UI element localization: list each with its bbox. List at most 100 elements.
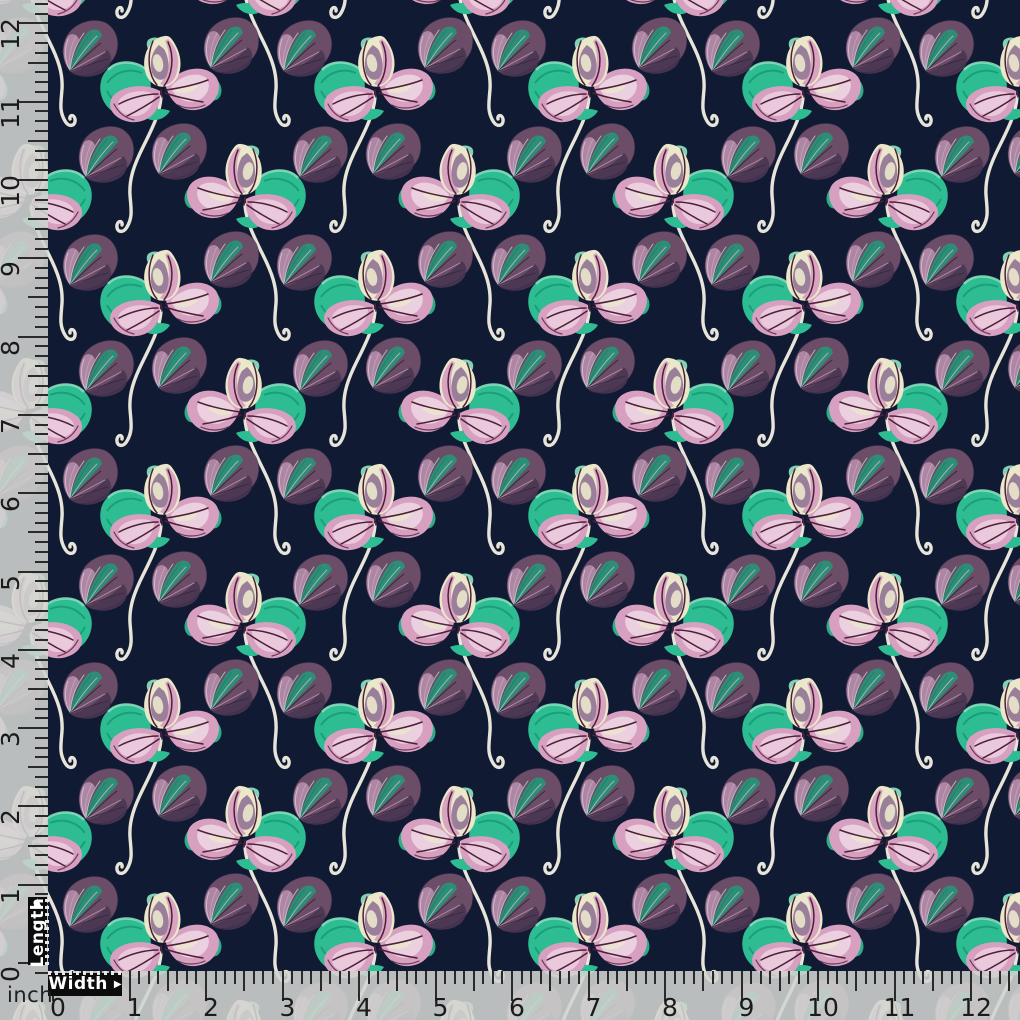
- tick-mark-left: [35, 326, 48, 328]
- tick-mark-bottom: [750, 971, 752, 984]
- tick-mark-left: [28, 766, 48, 768]
- tick-mark-left: [35, 502, 48, 504]
- tick-mark-bottom: [635, 971, 637, 984]
- tick-mark-left: [35, 316, 48, 318]
- tick-mark-left: [35, 522, 48, 524]
- tick-mark-left: [28, 531, 48, 533]
- tick-mark-bottom: [884, 971, 886, 984]
- tick-mark-bottom: [865, 971, 867, 984]
- tick-mark-bottom: [559, 971, 561, 984]
- tick-mark-left: [35, 668, 48, 670]
- inch-number-bottom: 10: [807, 995, 839, 1020]
- tick-mark-bottom: [855, 971, 857, 991]
- inch-number-left: 4: [0, 643, 23, 679]
- floral-repeat: [0, 0, 1020, 1020]
- tick-mark-bottom: [473, 971, 475, 991]
- tick-mark-left: [28, 375, 48, 377]
- tick-mark-left: [35, 248, 48, 250]
- tick-mark-bottom: [1008, 971, 1010, 991]
- tick-mark-bottom: [951, 971, 953, 984]
- inch-number-left: 5: [0, 565, 23, 601]
- inch-number-left: 12: [0, 16, 23, 52]
- tick-mark-left: [35, 737, 48, 739]
- tick-mark-left: [35, 385, 48, 387]
- tick-mark-left: [35, 561, 48, 563]
- tick-mark-bottom: [827, 971, 829, 984]
- inch-number-bottom: 4: [356, 995, 372, 1020]
- tick-mark-left: [28, 296, 48, 298]
- inch-number-left: 11: [0, 95, 23, 131]
- tick-mark-left: [35, 130, 48, 132]
- tick-mark-bottom: [463, 971, 465, 984]
- tick-mark-left: [35, 443, 48, 445]
- inch-number-bottom: 7: [586, 995, 602, 1020]
- tick-mark-left: [35, 267, 48, 269]
- tick-mark-left: [35, 639, 48, 641]
- tick-mark-left: [35, 424, 48, 426]
- tick-mark-left: [35, 678, 48, 680]
- tick-mark-bottom: [731, 971, 733, 984]
- tick-mark-bottom: [836, 971, 838, 984]
- tick-mark-bottom: [941, 971, 943, 984]
- tick-mark-left: [35, 189, 48, 191]
- tick-mark-bottom: [339, 971, 341, 984]
- tick-mark-left: [35, 433, 48, 435]
- tick-mark-bottom: [501, 971, 503, 984]
- tick-mark-bottom: [913, 971, 915, 984]
- tick-mark-left: [35, 854, 48, 856]
- tick-mark-left: [35, 306, 48, 308]
- inch-number-left: 8: [0, 330, 23, 366]
- tick-mark-left: [35, 52, 48, 54]
- width-ruler: 0123456789101112: [48, 971, 1020, 1020]
- tick-mark-left: [35, 110, 48, 112]
- tick-mark-bottom: [760, 971, 762, 984]
- inch-number-left: 3: [0, 721, 23, 757]
- tick-mark-left: [35, 512, 48, 514]
- tick-mark-left: [35, 717, 48, 719]
- tick-mark-left: [35, 169, 48, 171]
- tick-mark-left: [35, 277, 48, 279]
- tick-mark-left: [35, 473, 48, 475]
- tick-mark-left: [35, 355, 48, 357]
- tick-mark-bottom: [922, 971, 924, 984]
- tick-mark-left: [35, 796, 48, 798]
- tick-mark-bottom: [224, 971, 226, 984]
- tick-mark-left: [35, 394, 48, 396]
- tick-mark-left: [35, 972, 48, 974]
- tick-mark-left: [35, 590, 48, 592]
- tick-mark-bottom: [320, 971, 322, 991]
- tick-mark-bottom: [721, 971, 723, 984]
- inch-number-left: 7: [0, 408, 23, 444]
- length-ruler: 0123456789101112: [0, 0, 48, 1020]
- inch-number-bottom: 11: [884, 995, 916, 1020]
- tick-mark-left: [35, 874, 48, 876]
- tick-mark-bottom: [148, 971, 150, 984]
- tick-mark-left: [35, 825, 48, 827]
- tick-mark-left: [35, 600, 48, 602]
- tick-mark-left: [28, 62, 48, 64]
- tick-mark-left: [35, 756, 48, 758]
- length-perforation-dashes: [45, 897, 49, 965]
- tick-mark-left: [35, 776, 48, 778]
- tick-mark-bottom: [262, 971, 264, 984]
- tick-mark-bottom: [234, 971, 236, 984]
- tick-mark-left: [35, 42, 48, 44]
- tick-mark-bottom: [693, 971, 695, 984]
- tick-mark-left: [35, 482, 48, 484]
- tick-mark-left: [35, 698, 48, 700]
- tick-mark-left: [35, 893, 48, 895]
- tick-mark-bottom: [253, 971, 255, 984]
- tick-mark-left: [35, 32, 48, 34]
- tick-mark-bottom: [683, 971, 685, 984]
- tick-mark-bottom: [807, 971, 809, 984]
- tick-mark-bottom: [769, 971, 771, 984]
- tick-mark-bottom: [176, 971, 178, 984]
- tick-mark-left: [35, 13, 48, 15]
- tick-mark-bottom: [578, 971, 580, 984]
- tick-mark-left: [35, 786, 48, 788]
- tick-mark-bottom: [521, 971, 523, 984]
- right-arrow-icon: ▶: [114, 980, 122, 990]
- tick-mark-bottom: [530, 971, 532, 984]
- tick-mark-left: [35, 345, 48, 347]
- tick-mark-left: [35, 365, 48, 367]
